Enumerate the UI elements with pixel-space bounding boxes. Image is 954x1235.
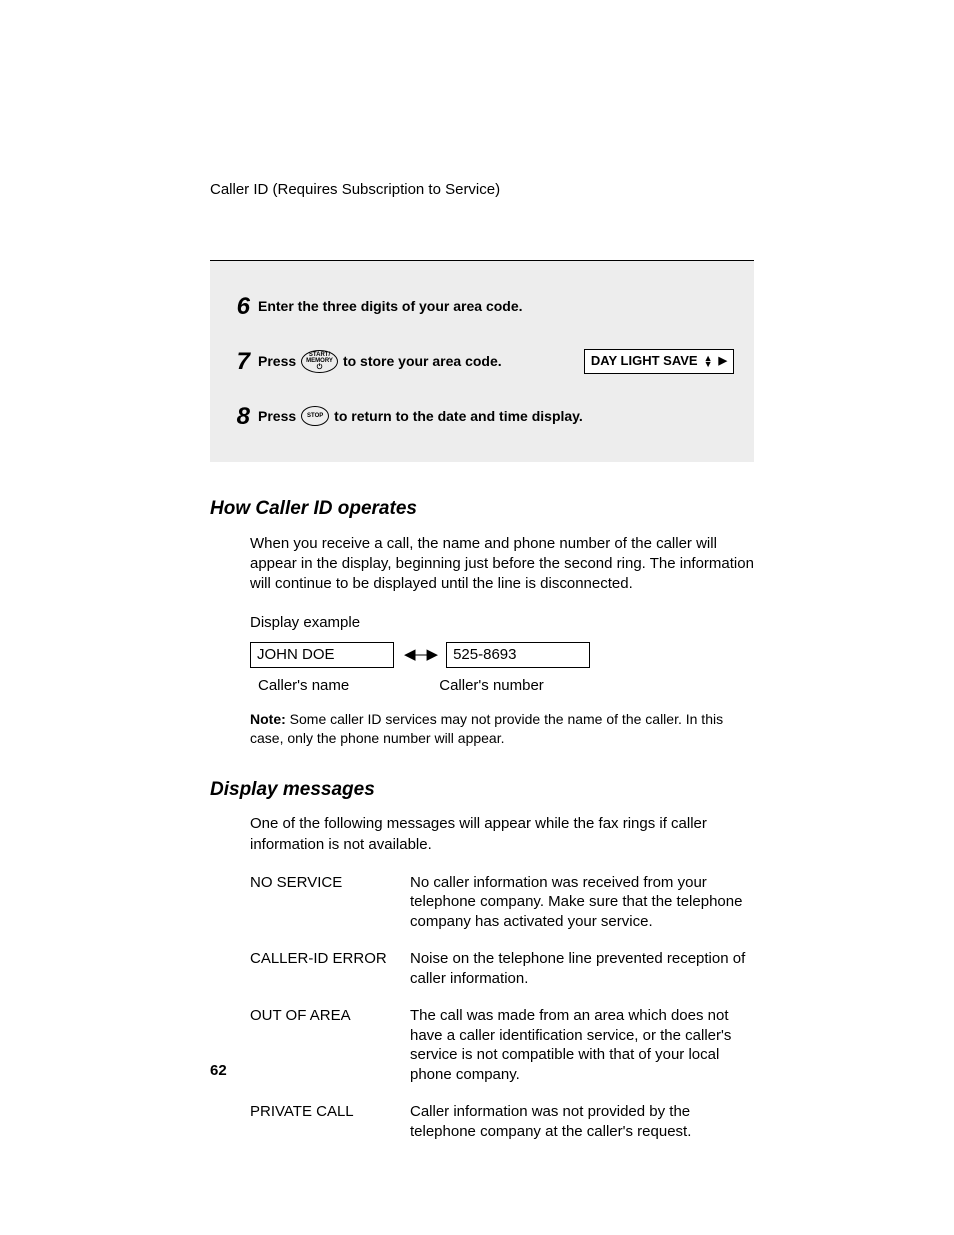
step-text: Press START/ MEMORY ⏻ to store your area… (258, 349, 734, 374)
note-label: Note: (250, 711, 286, 727)
msg-desc: No caller information was received from … (410, 873, 754, 932)
how-caller-id-heading: How Caller ID operates (210, 497, 754, 522)
steps-container: 6 Enter the three digits of your area co… (210, 260, 754, 463)
step-6: 6 Enter the three digits of your area co… (220, 279, 734, 334)
msg-desc: The call was made from an area which doe… (410, 1006, 754, 1084)
step-number: 8 (220, 401, 250, 432)
step-post-text: to return to the date and time display. (334, 407, 583, 425)
display-messages-heading: Display messages (210, 778, 754, 803)
page: Caller ID (Requires Subscription to Serv… (0, 0, 954, 1235)
step-pre-text: Press (258, 407, 296, 425)
display-example-label: Display example (250, 613, 754, 633)
example-number-box: 525-8693 (446, 642, 590, 668)
step-7: 7 Press START/ MEMORY ⏻ to store your ar… (220, 334, 734, 389)
display-example-row: JOHN DOE ◀—▶ 525-8693 (250, 642, 754, 668)
step-pre-text: Press (258, 352, 296, 370)
messages-table: NO SERVICE No caller information was rec… (250, 873, 754, 1142)
note-text: Some caller ID services may not provide … (250, 711, 723, 746)
caption-number: Caller's number (439, 676, 544, 696)
step-number: 7 (220, 346, 250, 377)
step-post-text: to store your area code. (343, 352, 502, 370)
power-icon: ⏻ (317, 364, 323, 371)
button-line1: STOP (307, 413, 323, 419)
step-text-content: Enter the three digits of your area code… (258, 297, 523, 315)
msg-label: NO SERVICE (250, 873, 410, 932)
msg-label: OUT OF AREA (250, 1006, 410, 1084)
msg-desc: Noise on the telephone line prevented re… (410, 949, 754, 988)
example-captions: Caller's name Caller's number (258, 676, 754, 696)
note-paragraph: Note: Some caller ID services may not pr… (250, 710, 754, 748)
page-header: Caller ID (Requires Subscription to Serv… (210, 180, 754, 200)
msg-desc: Caller information was not provided by t… (410, 1102, 754, 1141)
stop-button-icon: STOP (301, 406, 329, 426)
step-text: Press STOP to return to the date and tim… (258, 406, 734, 426)
msg-row-no-service: NO SERVICE No caller information was rec… (250, 873, 754, 932)
msg-label: CALLER-ID ERROR (250, 949, 410, 988)
lcd-display: DAY LIGHT SAVE ▲▼ ▶ (584, 349, 734, 374)
double-arrow-icon: ◀—▶ (404, 645, 436, 665)
right-arrow-icon: ▶ (719, 354, 727, 368)
step-text: Enter the three digits of your area code… (258, 297, 734, 315)
step-number: 6 (220, 291, 250, 322)
msg-row-private-call: PRIVATE CALL Caller information was not … (250, 1102, 754, 1141)
lcd-text: DAY LIGHT SAVE (591, 353, 698, 370)
msg-row-out-of-area: OUT OF AREA The call was made from an ar… (250, 1006, 754, 1084)
display-messages-paragraph: One of the following messages will appea… (250, 814, 754, 855)
step-8: 8 Press STOP to return to the date and t… (220, 389, 734, 444)
start-memory-button-icon: START/ MEMORY ⏻ (301, 350, 338, 373)
caption-name: Caller's name (258, 676, 349, 696)
example-name-box: JOHN DOE (250, 642, 394, 668)
msg-label: PRIVATE CALL (250, 1102, 410, 1141)
up-down-arrows-icon: ▲▼ (704, 355, 713, 368)
how-caller-id-paragraph: When you receive a call, the name and ph… (250, 534, 754, 595)
msg-row-caller-id-error: CALLER-ID ERROR Noise on the telephone l… (250, 949, 754, 988)
page-number: 62 (210, 1061, 227, 1081)
